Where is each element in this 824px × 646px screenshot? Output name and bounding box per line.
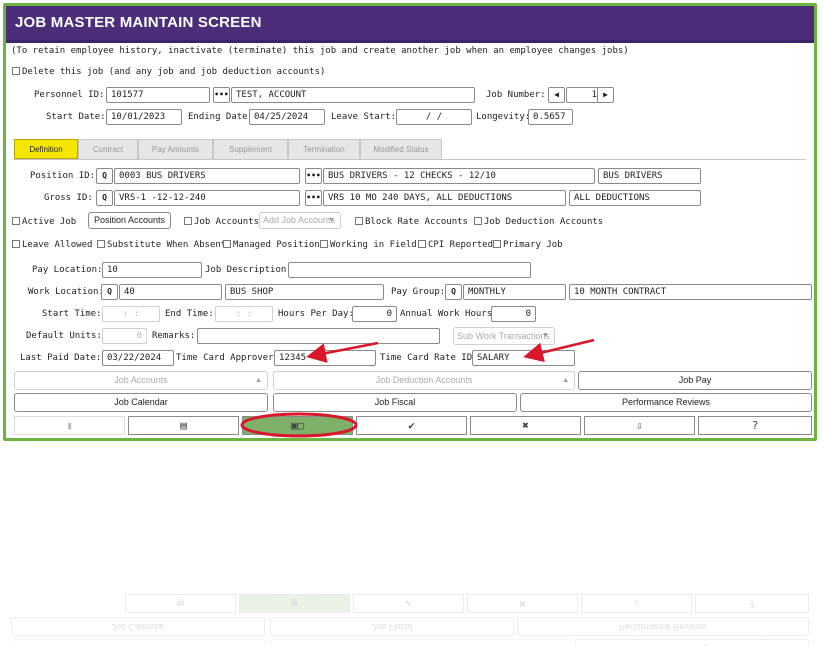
- rate-arrow: [523, 338, 595, 363]
- job-deduction-accounts-select-label: Job Deduction Accounts: [375, 375, 473, 385]
- reflection-job-accounts: Job Accounts: [11, 639, 265, 646]
- job-pay-button[interactable]: Job Pay: [578, 371, 812, 390]
- highlight-ellipse: [240, 412, 358, 438]
- check-icon[interactable]: ✔: [356, 416, 467, 435]
- help-icon[interactable]: ?: [698, 416, 812, 435]
- reflection-job-calendar: Job Calendar: [11, 617, 265, 636]
- reflection-help-icon: ?: [695, 594, 809, 613]
- job-accounts-select-label: Job Accounts: [114, 375, 168, 385]
- reflection-save-icon: ▤: [125, 594, 236, 613]
- save-icon[interactable]: ▤: [128, 416, 239, 435]
- chevron-down-icon: ▲: [255, 377, 262, 384]
- job-master-panel: JOB MASTER MAINTAIN SCREEN (To retain em…: [3, 3, 817, 441]
- performance-reviews-button[interactable]: Performance Reviews: [520, 393, 812, 412]
- reflection-download-icon: ⇩: [581, 594, 692, 613]
- approver-arrow: [306, 341, 379, 363]
- reflection-fade: [0, 452, 824, 646]
- reflection-job-fiscal: Job Fiscal: [270, 617, 514, 636]
- reflection: Job Accounts Job Deduction Accounts Job …: [3, 452, 817, 646]
- reflection-copy-icon: ▣: [239, 594, 350, 613]
- reflection-job-pay: Job Pay: [575, 639, 809, 646]
- reflection-performance-reviews: Performance Reviews: [517, 617, 809, 636]
- job-deduction-accounts-select[interactable]: Job Deduction Accounts ▲: [273, 371, 575, 390]
- job-accounts-select[interactable]: Job Accounts ▲: [14, 371, 268, 390]
- folder-icon[interactable]: ▮: [14, 416, 125, 435]
- reflection-job-deduction: Job Deduction Accounts: [270, 639, 572, 646]
- chevron-down-icon: ▲: [562, 377, 569, 384]
- save-download-icon[interactable]: ⇩: [584, 416, 695, 435]
- job-calendar-button[interactable]: Job Calendar: [14, 393, 268, 412]
- reflection-check-icon: ✔: [353, 594, 464, 613]
- reflection-cancel-icon: ✖: [467, 594, 578, 613]
- cancel-icon[interactable]: ✖: [470, 416, 581, 435]
